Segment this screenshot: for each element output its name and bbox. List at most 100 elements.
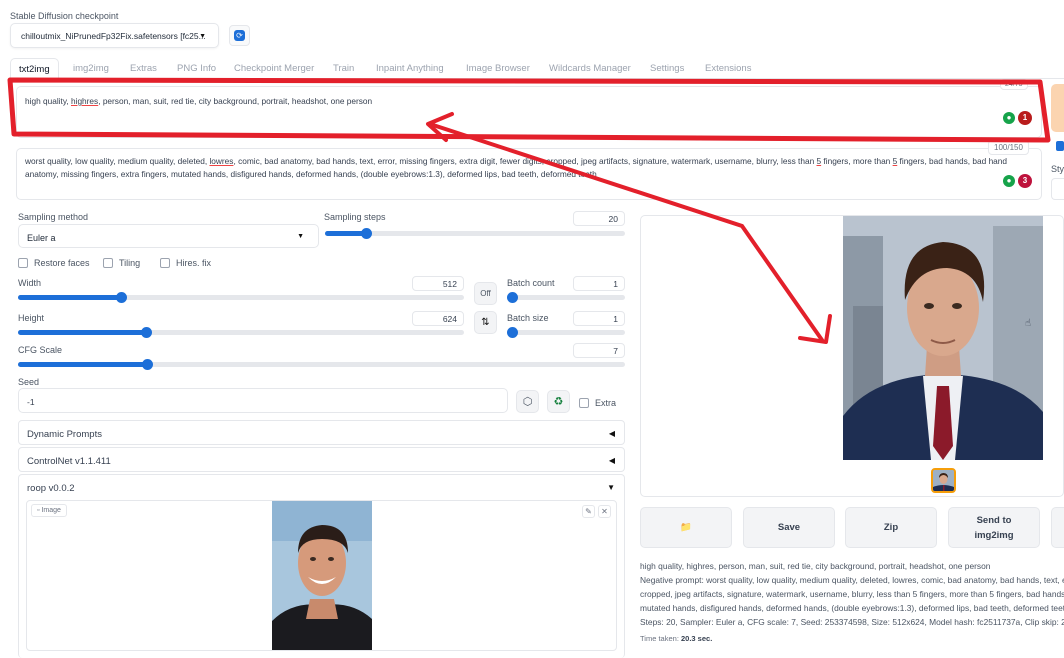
tab-png-info[interactable]: PNG Info [177,58,216,78]
width-slider[interactable] [18,292,464,303]
send-to-line2: img2img [974,529,1014,541]
slider-handle[interactable] [507,327,518,338]
tab-extensions[interactable]: Extensions [705,58,751,78]
tab-divider [10,78,1064,79]
generate-button[interactable] [1051,84,1064,132]
batch-size-label: Batch size [507,313,549,323]
slider-handle[interactable] [361,228,372,239]
random-seed-button[interactable]: ⬡ [516,390,539,413]
cfg-scale-slider[interactable] [18,359,625,370]
dynamic-prompts-accordion[interactable]: Dynamic Prompts ◀ [18,420,625,445]
tab-settings[interactable]: Settings [650,58,684,78]
time-taken-label: Time taken: [640,634,679,643]
checkpoint-value: chilloutmix_NiPrunedFp32Fix.safetensors … [21,31,206,41]
height-label: Height [18,313,45,323]
prompt-segment: high quality, [25,96,71,106]
prompt-segment: worst quality, low quality, medium quali… [25,156,210,166]
seed-input[interactable]: -1 [18,388,508,413]
positive-token-counter: 24/75 [1000,79,1028,90]
save-button[interactable]: Save [743,507,835,548]
negative-token-badge: ● 3 [1003,174,1032,188]
reuse-seed-button[interactable]: ♻ [547,390,570,413]
tab-train[interactable]: Train [333,58,354,78]
close-icon[interactable]: ✕ [598,505,611,518]
style-checkbox[interactable] [1056,141,1064,151]
zip-button[interactable]: Zip [845,507,937,548]
roop-image-upload[interactable]: ▫ Image ✎ ✕ [26,500,617,651]
sampling-method-select[interactable]: Euler a ▼ [18,224,319,248]
batch-count-label: Batch count [507,278,555,288]
generation-info-negative-3: mutated hands, disfigured hands, deforme… [640,603,1064,613]
checkbox-box[interactable] [579,398,589,408]
slider-handle[interactable] [141,327,152,338]
tab-image-browser[interactable]: Image Browser [466,58,530,78]
tab-inpaint-anything[interactable]: Inpaint Anything [376,58,444,78]
tab-txt2img[interactable]: txt2img [10,58,59,78]
controlnet-accordion[interactable]: ControlNet v1.1.411 ◀ [18,447,625,472]
checkbox-box[interactable] [160,258,170,268]
batch-size-slider[interactable] [507,327,625,338]
sampling-method-value: Euler a [27,233,56,243]
tab-img2img[interactable]: img2img [73,58,109,78]
sampling-steps-input[interactable]: 20 [573,211,625,226]
checkbox-box[interactable] [18,258,28,268]
tiling-checkbox[interactable]: Tiling [103,258,140,268]
slider-handle[interactable] [142,359,153,370]
gallery-thumbnail[interactable] [931,468,956,493]
sampling-steps-label: Sampling steps [324,212,386,222]
slider-fill [18,362,148,367]
tiling-label: Tiling [119,258,141,268]
generation-info-negative: Negative prompt: worst quality, low qual… [640,575,1064,585]
batch-count-slider[interactable] [507,292,625,303]
slider-handle[interactable] [507,292,518,303]
height-slider[interactable] [18,327,464,338]
spellcheck-word: highres [70,96,99,106]
height-input[interactable]: 624 [412,311,464,326]
hires-fix-checkbox[interactable]: Hires. fix [160,258,211,268]
prompt-segment: , comic, bad anatomy, bad hands, text, e… [233,156,817,166]
checkpoint-select[interactable]: chilloutmix_NiPrunedFp32Fix.safetensors … [10,23,219,48]
checkbox-box[interactable] [103,258,113,268]
image-source-label: ▫ Image [31,504,67,517]
hires-off-button[interactable]: Off [474,282,497,305]
width-input[interactable]: 512 [412,276,464,291]
tab-wildcards-manager[interactable]: Wildcards Manager [549,58,631,78]
collapse-left-icon: ◀ [608,429,615,438]
spellcheck-word: lowres [209,156,234,166]
tab-checkpoint-merger[interactable]: Checkpoint Merger [234,58,314,78]
restore-faces-label: Restore faces [34,258,90,268]
expand-down-icon: ▼ [607,483,615,492]
open-folder-button[interactable]: 📁 [640,507,732,548]
lightbulb-icon: ● [1003,175,1015,187]
styles-label: Styl [1051,164,1064,174]
refresh-icon: ⟳ [234,30,245,41]
batch-count-input[interactable]: 1 [573,276,625,291]
cfg-scale-input[interactable]: 7 [573,343,625,358]
tab-extras[interactable]: Extras [130,58,157,78]
batch-size-input[interactable]: 1 [573,311,625,326]
send-to-img2img-button[interactable]: Send to img2img [948,507,1040,548]
slider-fill [325,231,366,236]
thumbnail-portrait [933,470,954,491]
refresh-checkpoint-button[interactable]: ⟳ [229,25,250,46]
negative-prompt-textarea[interactable]: worst quality, low quality, medium quali… [16,148,1042,200]
output-gallery [640,215,1064,497]
swap-dimensions-button[interactable]: ⇅ [474,311,497,334]
sampling-steps-slider[interactable] [325,228,625,239]
recycle-icon: ♻ [553,396,564,408]
slider-handle[interactable] [116,292,127,303]
send-to-inpaint-button[interactable] [1051,507,1064,548]
positive-prompt-textarea[interactable]: high quality, highres, person, man, suit… [16,86,1042,138]
time-taken: Time taken: 20.3 sec. [640,634,712,643]
extra-seed-checkbox[interactable]: Extra [579,398,616,408]
positive-prompt-text: high quality, highres, person, man, suit… [25,95,1033,108]
extra-label: Extra [595,398,617,408]
edit-icon[interactable]: ✎ [582,505,595,518]
negative-prompt-text: worst quality, low quality, medium quali… [25,155,1033,180]
styles-dropdown[interactable] [1051,178,1064,200]
slider-fill [18,295,122,300]
restore-faces-checkbox[interactable]: Restore faces [18,258,90,268]
generated-portrait-image[interactable] [843,216,1043,460]
slider-fill [18,330,146,335]
hires-fix-label: Hires. fix [176,258,212,268]
